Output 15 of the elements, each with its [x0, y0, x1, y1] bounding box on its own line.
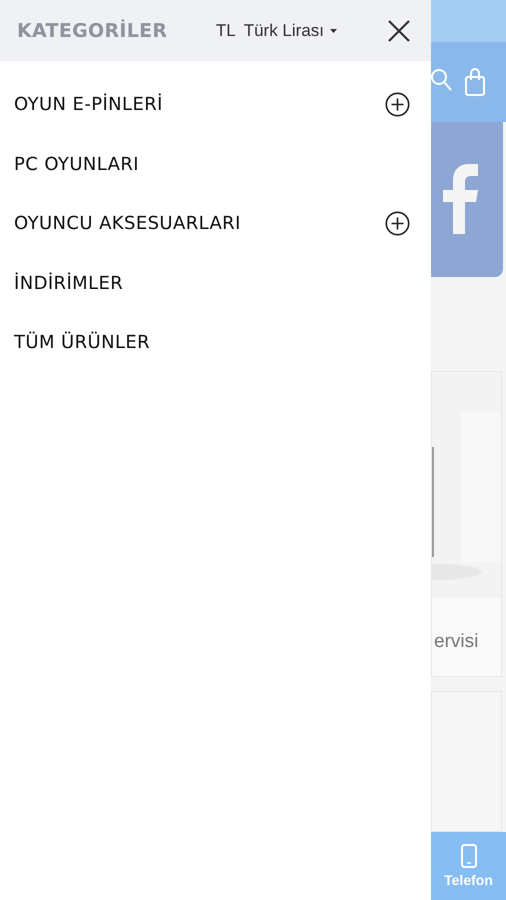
card-title: ervisi — [433, 630, 480, 653]
category-item[interactable]: TÜM ÜRÜNLER — [14, 332, 150, 354]
expand-plus-icon[interactable] — [385, 92, 410, 118]
shopping-bag-icon — [465, 68, 485, 96]
drawer-title: KATEGORİLER — [17, 20, 168, 42]
category-item[interactable]: OYUN E-PİNLERİ — [14, 94, 163, 116]
phone-icon — [460, 844, 476, 868]
facebook-icon — [441, 164, 479, 234]
close-icon[interactable] — [387, 18, 411, 42]
category-item[interactable]: PC OYUNLARI — [14, 154, 139, 175]
currency-dropdown[interactable]: TL Türk Lirası — [210, 20, 343, 40]
expand-plus-icon[interactable] — [385, 211, 410, 236]
category-item[interactable]: İNDİRİMLER — [14, 272, 124, 294]
category-item[interactable]: OYUNCU AKSESUARLARI — [14, 213, 241, 234]
caret-icon — [330, 28, 337, 32]
